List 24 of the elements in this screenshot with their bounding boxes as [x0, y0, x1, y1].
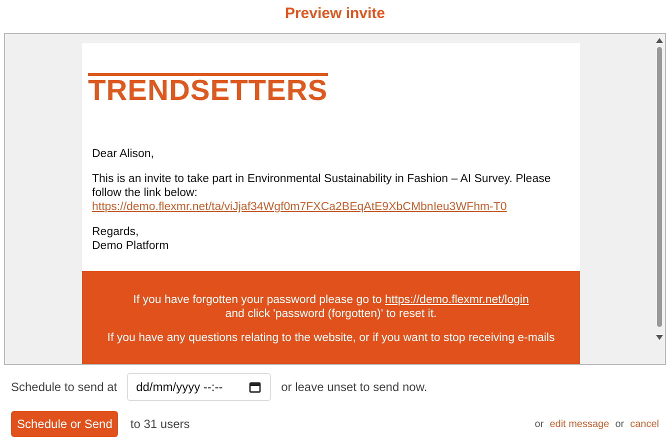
- sender-text: Demo Platform: [91, 239, 170, 253]
- or-text: or: [534, 418, 544, 430]
- brand-logo: TRENDSETTERS: [88, 73, 328, 105]
- or-text: or: [615, 418, 624, 430]
- questions-text: If you have any questions relating to the website, or if you want to stop receiving e-mails: [107, 332, 555, 344]
- greeting-text: Dear Alison,: [91, 147, 156, 161]
- login-link[interactable]: https://demo.flexmr.net/login: [385, 294, 529, 306]
- signoff-text: Regards,: [91, 225, 140, 239]
- dialog-title: Preview invite: [284, 4, 386, 24]
- send-button[interactable]: Schedule or Send: [11, 411, 118, 437]
- scroll-up-icon[interactable]: [656, 38, 662, 43]
- scroll-down-icon[interactable]: [656, 335, 662, 340]
- schedule-hint: or leave unset to send now.: [281, 380, 428, 394]
- invite-text: This is an invite to take part in Environmental Sustainability in Fashion – AI Survey. Please follow the link below:: [91, 172, 552, 200]
- password-text: If you have forgotten your password please go to: [133, 294, 382, 306]
- recipient-count: to 31 users: [130, 417, 190, 431]
- cancel-link[interactable]: cancel: [630, 418, 659, 430]
- survey-link[interactable]: https://demo.flexmr.net/ta/viJjaf34Wgf0m7FXCa2BEqAtE9XbCMbnIeu3WFhm-T0: [82, 200, 580, 214]
- reset-text: and click 'password (forgotten)' to reset it.: [225, 308, 437, 320]
- date-field[interactable]: dd/mm/yyyy --:--: [127, 373, 272, 401]
- scroll-thumb[interactable]: [656, 47, 662, 327]
- edit-message-link[interactable]: edit message: [550, 418, 610, 430]
- schedule-label: Schedule to send at: [11, 380, 118, 394]
- calendar-icon[interactable]: [249, 381, 262, 393]
